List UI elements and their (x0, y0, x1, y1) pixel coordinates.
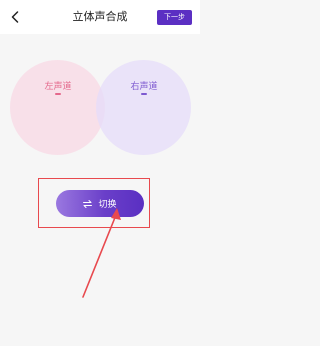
top-bar: 立体声合成 下一步 (0, 0, 200, 34)
left-channel-circle[interactable] (10, 60, 105, 155)
left-channel-value (55, 93, 61, 95)
annotation-arrow (82, 208, 121, 298)
chevron-left-icon (11, 11, 19, 23)
right-channel-label: 右声道 (130, 82, 158, 92)
right-channel-value (141, 93, 147, 95)
left-channel-label: 左声道 (44, 82, 72, 92)
back-button[interactable] (8, 9, 22, 25)
next-step-button[interactable]: 下一步 (157, 10, 192, 25)
right-channel-circle[interactable] (96, 60, 191, 155)
